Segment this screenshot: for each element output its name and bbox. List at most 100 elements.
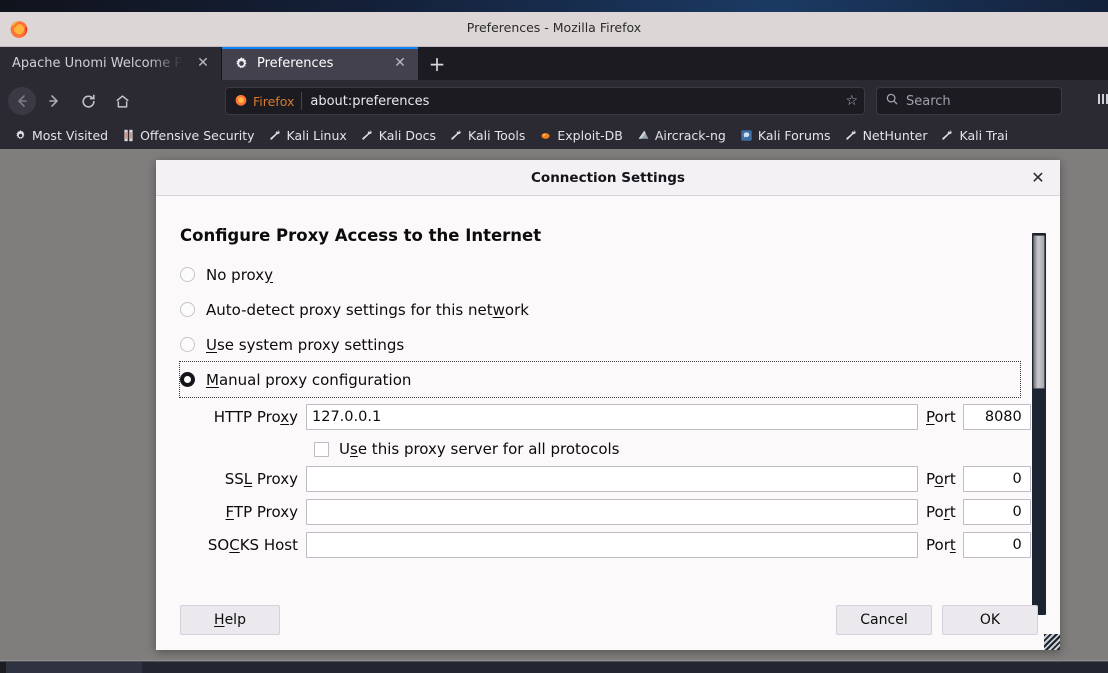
ssl-proxy-input[interactable] [306,466,918,492]
tab-label: Apache Unomi Welcome P [12,56,183,71]
ssl-proxy-label: SSL Proxy [224,470,298,488]
url-text: about:preferences [310,93,430,109]
radio-manual-proxy-configuration[interactable]: Manual proxy configuration [179,361,1021,398]
window-title: Preferences - Mozilla Firefox [466,20,642,35]
gear-icon [14,129,27,142]
bookmark-label: Aircrack-ng [654,128,726,143]
radio-auto-detect[interactable]: Auto-detect proxy settings for this netw… [180,292,1060,327]
checkbox-label: Use this proxy server for all protocols [339,440,620,458]
field-row-socks-host: SOCKS Host Port 0 [180,532,1060,558]
dialog-header: Connection Settings ✕ [156,160,1060,196]
tab-strip: Apache Unomi Welcome P ✕ Preferences ✕ + [0,47,1108,80]
section-title: Configure Proxy Access to the Internet [180,226,542,245]
http-port-input[interactable]: 8080 [962,404,1031,430]
window-titlebar: Preferences - Mozilla Firefox [0,12,1108,47]
tab-apache-unomi-welcome[interactable]: Apache Unomi Welcome P ✕ [0,47,222,80]
bookmark-label: Offensive Security [140,128,255,143]
radio-indicator [180,267,195,282]
close-icon[interactable]: ✕ [195,55,211,72]
scrollbar-thumb[interactable] [1033,235,1045,389]
socks-port-label: Port [926,536,956,554]
ftp-proxy-input[interactable] [306,499,918,525]
ftp-port-input[interactable]: 0 [962,499,1031,525]
radio-indicator [180,372,195,387]
identity-box[interactable]: Firefox [234,92,303,110]
bookmark-nethunter[interactable]: NetHunter [838,125,935,146]
bookmark-kali-forums[interactable]: Kali Forums [733,125,838,146]
reload-icon[interactable] [72,86,104,116]
search-placeholder: Search [906,93,951,109]
new-tab-button[interactable]: + [418,47,456,80]
socks-host-label: SOCKS Host [207,536,298,554]
http-proxy-input[interactable]: 127.0.0.1 [306,404,918,430]
radio-label: No proxy [206,265,274,284]
bookmark-kali-docs[interactable]: Kali Docs [354,125,443,146]
wrench-icon [361,129,374,142]
firefox-logo-icon [234,93,248,110]
screenshot-root: Preferences - Mozilla Firefox Apache Uno… [0,0,1108,673]
bookmark-label: Most Visited [32,128,109,143]
bookmark-exploit-db[interactable]: Exploit-DB [532,125,629,146]
checkbox-row-all-protocols[interactable]: Use this proxy server for all protocols [314,440,1060,458]
close-icon[interactable]: ✕ [392,55,408,72]
help-button-label: Help [214,612,246,628]
help-button[interactable]: Help [180,605,280,635]
identity-label: Firefox [253,93,295,109]
wrench-icon [845,129,858,142]
wrench-icon [941,129,954,142]
tab-preferences[interactable]: Preferences ✕ [222,47,418,80]
close-icon[interactable]: ✕ [1028,168,1048,188]
bookmark-offensive-security[interactable]: Offensive Security [115,125,261,146]
plus-icon: + [428,51,446,76]
ok-button[interactable]: OK [942,605,1038,635]
bookmark-label: NetHunter [862,128,928,143]
bookmark-kali-linux[interactable]: Kali Linux [262,125,354,146]
dialog-body: Configure Proxy Access to the Internet N… [156,196,1060,650]
preferences-content: General Home [0,149,1108,662]
tab-label: Preferences [257,56,334,71]
search-icon [885,92,899,110]
home-icon[interactable] [106,86,138,116]
bookmark-star-icon[interactable]: ☆ [839,93,858,109]
bookmark-aircrack-ng[interactable]: Aircrack-ng [630,125,733,146]
radio-use-system-proxy[interactable]: Use system proxy settings [180,327,1060,362]
library-icon[interactable] [1096,91,1108,111]
wrench-icon [450,129,463,142]
field-row-http-proxy: HTTP Proxy 127.0.0.1 Port 8080 [180,404,1060,430]
socks-port-input[interactable]: 0 [962,532,1031,558]
firefox-window: Preferences - Mozilla Firefox Apache Uno… [0,12,1108,662]
radio-no-proxy[interactable]: No proxy [180,257,1060,292]
bookmark-kali-tools[interactable]: Kali Tools [443,125,532,146]
desktop-top-strip [0,0,1108,12]
ftp-proxy-label: FTP Proxy [225,503,298,521]
url-bar[interactable]: Firefox about:preferences ☆ [225,87,865,115]
taskbar-segment-right [142,662,1108,673]
radio-indicator [180,302,195,317]
ssl-port-label: Port [926,470,956,488]
ssl-port-input[interactable]: 0 [962,466,1031,492]
bookmark-label: Kali Docs [378,128,437,143]
bookmarks-toolbar: Most Visited Offensive Security Kali Lin… [0,122,1108,149]
resize-grip-icon[interactable] [1044,634,1060,650]
forums-icon [740,129,753,142]
bookmark-most-visited[interactable]: Most Visited [7,125,115,146]
back-arrow-icon[interactable] [8,87,36,115]
bookmark-label: Kali Forums [757,128,831,143]
search-bar[interactable]: Search [876,87,1062,115]
http-proxy-label: HTTP Proxy [213,408,298,426]
forward-arrow-icon[interactable] [38,86,70,116]
bookmark-label: Kali Trai [959,128,1009,143]
connection-settings-dialog: Connection Settings ✕ Configure Proxy Ac… [156,160,1060,650]
socks-host-input[interactable] [306,532,918,558]
bookmark-kali-training[interactable]: Kali Trai [934,125,1015,146]
exploitdb-icon [539,129,552,142]
navigation-toolbar: Firefox about:preferences ☆ Search [0,80,1108,122]
http-port-label: Port [926,408,956,426]
radio-label: Auto-detect proxy settings for this netw… [206,300,529,319]
cancel-button[interactable]: Cancel [836,605,932,635]
radio-indicator [180,337,195,352]
bookmark-label: Kali Linux [286,128,347,143]
vertical-scrollbar[interactable] [1032,233,1046,615]
radio-label: Use system proxy settings [206,335,405,354]
checkbox-indicator [314,441,329,457]
